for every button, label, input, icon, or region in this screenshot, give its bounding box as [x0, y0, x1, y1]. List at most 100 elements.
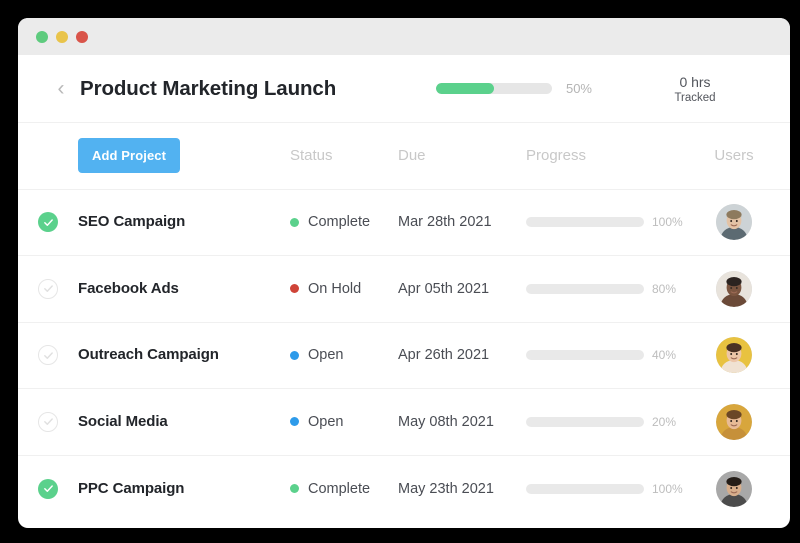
projects-table: Add Project Status Due Progress Users SE… — [18, 123, 790, 528]
status-badge: Complete — [308, 214, 371, 231]
row-check-cell — [18, 278, 78, 299]
row-due-cell: Mar 28th 2021 — [398, 213, 526, 231]
maximize-dot-icon[interactable] — [56, 30, 68, 43]
status-dot-icon — [290, 217, 299, 227]
project-name: Outreach Campaign — [78, 346, 219, 364]
project-name: SEO Campaign — [78, 213, 186, 231]
check-circle-filled-icon[interactable] — [38, 478, 58, 499]
row-status-cell: Open — [290, 414, 398, 430]
header-progress-fill — [435, 82, 494, 94]
project-header: ‹ Product Marketing Launch 50% 0 hrs Tra… — [18, 55, 790, 123]
table-body: SEO Campaign Complete Mar 28th 2021 100% — [18, 190, 790, 523]
avatar-outreach-campaign[interactable] — [716, 337, 752, 374]
avatar-ppc-campaign[interactable] — [716, 470, 752, 507]
check-circle-filled-icon[interactable] — [38, 212, 58, 233]
page-title: Product Marketing Launch — [80, 76, 337, 100]
progress-bar-track — [526, 283, 644, 294]
progress-percent-label: 100% — [652, 215, 683, 230]
row-user-cell — [696, 403, 772, 440]
progress-bar-track — [526, 416, 644, 427]
header-progress-group: 50% 0 hrs Tracked — [435, 73, 780, 104]
progress-percent-label: 20% — [652, 414, 677, 429]
table-header-row: Add Project Status Due Progress Users — [18, 123, 790, 190]
avatar-image — [716, 470, 752, 507]
row-check-cell — [18, 345, 78, 366]
row-check-cell — [18, 411, 78, 432]
tracked-hours-block: 0 hrs Tracked — [620, 73, 770, 104]
progress-percent-label: 40% — [652, 348, 677, 363]
app-window: ‹ Product Marketing Launch 50% 0 hrs Tra… — [18, 18, 790, 528]
checkmark-icon — [43, 418, 53, 426]
table-row[interactable]: Facebook Ads On Hold Apr 05th 2021 80% — [18, 256, 790, 323]
progress-percent-label: 80% — [652, 281, 677, 296]
checkmark-icon — [43, 485, 53, 493]
checkmark-icon — [43, 285, 53, 293]
table-row[interactable]: PPC Campaign Complete May 23th 2021 100% — [18, 456, 790, 523]
add-project-button[interactable]: Add Project — [78, 138, 181, 174]
row-user-cell — [696, 337, 772, 374]
status-dot-icon — [290, 417, 299, 427]
project-name: Facebook Ads — [78, 279, 179, 297]
due-date: Mar 28th 2021 — [398, 214, 492, 231]
header-due-cell: Due — [398, 147, 526, 165]
status-badge: Open — [308, 347, 344, 364]
table-row[interactable]: Outreach Campaign Open Apr 26th 2021 40% — [18, 323, 790, 389]
check-circle-outline-icon[interactable] — [38, 278, 58, 299]
row-name-cell: SEO Campaign — [78, 213, 290, 231]
due-date: Apr 26th 2021 — [398, 347, 490, 364]
avatar-seo-campaign[interactable] — [716, 204, 752, 241]
status-dot-icon — [290, 350, 299, 360]
row-progress-cell: 80% — [526, 282, 696, 296]
row-status-cell: On Hold — [290, 281, 398, 297]
avatar-image — [716, 337, 752, 374]
status-badge: Complete — [308, 480, 371, 497]
status-dot-icon — [290, 284, 299, 294]
due-date: May 23th 2021 — [398, 480, 494, 497]
row-status-cell: Open — [290, 347, 398, 363]
table-row[interactable]: SEO Campaign Complete Mar 28th 2021 100% — [18, 190, 790, 256]
row-progress-cell: 20% — [526, 415, 696, 429]
header-progress-cell: Progress — [526, 147, 696, 164]
row-name-cell: Social Media — [78, 413, 290, 431]
row-user-cell — [696, 470, 772, 507]
progress-percent-label: 100% — [652, 481, 683, 496]
status-badge: On Hold — [308, 280, 362, 297]
back-chevron-icon[interactable]: ‹ — [44, 78, 78, 99]
minimize-dot-icon[interactable] — [36, 30, 48, 43]
column-header-due: Due — [398, 146, 426, 164]
row-progress-cell: 100% — [526, 482, 696, 496]
window-titlebar — [18, 18, 790, 55]
row-progress-cell: 100% — [526, 215, 696, 229]
table-row[interactable]: Social Media Open May 08th 2021 20% — [18, 389, 790, 456]
header-users-cell: Users — [696, 147, 772, 164]
tracked-hours-value: 0 hrs — [679, 74, 711, 91]
avatar-image — [716, 270, 752, 307]
row-status-cell: Complete — [290, 214, 398, 230]
row-due-cell: Apr 05th 2021 — [398, 280, 526, 298]
check-circle-outline-icon[interactable] — [38, 345, 58, 366]
column-header-progress: Progress — [526, 147, 587, 165]
project-name: PPC Campaign — [78, 479, 185, 497]
check-circle-outline-icon[interactable] — [38, 411, 58, 432]
row-check-cell — [18, 212, 78, 233]
progress-bar-track — [526, 483, 644, 494]
row-due-cell: May 23th 2021 — [398, 480, 526, 498]
row-user-cell — [696, 270, 772, 307]
row-user-cell — [696, 204, 772, 241]
column-header-users: Users — [714, 147, 754, 165]
avatar-facebook-ads[interactable] — [716, 270, 752, 307]
header-progress-label: 50% — [565, 80, 592, 96]
avatar-social-media[interactable] — [716, 403, 752, 440]
status-dot-icon — [290, 484, 299, 494]
row-due-cell: May 08th 2021 — [398, 413, 526, 431]
row-name-cell: PPC Campaign — [78, 480, 290, 498]
row-progress-cell: 40% — [526, 348, 696, 362]
due-date: May 08th 2021 — [398, 413, 494, 430]
close-dot-icon[interactable] — [76, 30, 88, 43]
column-header-status: Status — [290, 147, 333, 165]
progress-bar-track — [526, 217, 644, 228]
row-name-cell: Facebook Ads — [78, 280, 290, 298]
header-name-cell: Add Project — [78, 138, 290, 174]
checkmark-icon — [43, 352, 53, 359]
avatar-image — [716, 204, 752, 241]
